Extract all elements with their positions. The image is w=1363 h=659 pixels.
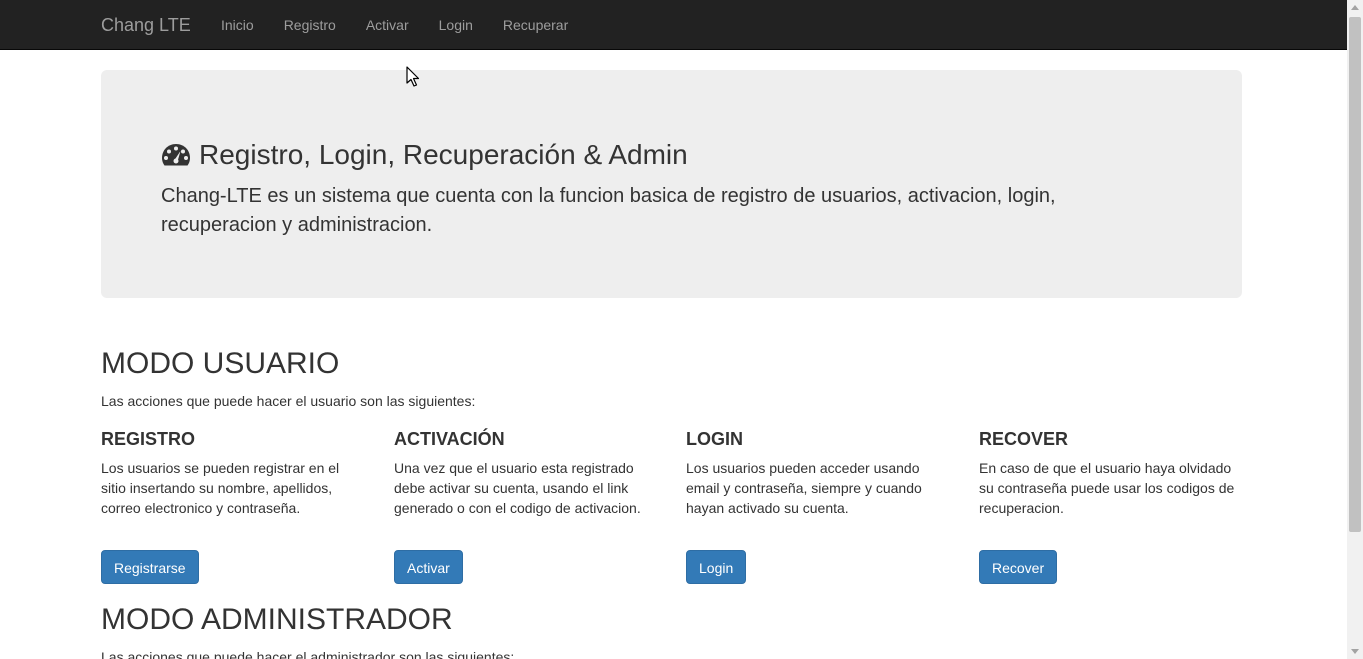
login-column: LOGIN Los usuarios pueden acceder usando… [686, 428, 948, 584]
scroll-up-icon[interactable] [1351, 5, 1359, 10]
activacion-column: ACTIVACIÓN Una vez que el usuario esta r… [394, 428, 656, 584]
jumbotron: Registro, Login, Recuperación & Admin Ch… [101, 70, 1242, 298]
nav-link-inicio[interactable]: Inicio [206, 0, 269, 50]
user-mode-title: MODO USUARIO [101, 347, 340, 380]
admin-mode-title: MODO ADMINISTRADOR [101, 603, 453, 636]
top-navbar: Chang LTE Inicio Registro Activar Login … [0, 0, 1347, 50]
nav-link-recuperar[interactable]: Recuperar [488, 0, 583, 50]
vertical-scrollbar[interactable] [1347, 0, 1363, 659]
activacion-title: ACTIVACIÓN [394, 429, 505, 449]
user-mode-subtitle: Las acciones que puede hacer el usuario … [101, 393, 476, 409]
mouse-pointer-icon [406, 66, 420, 87]
login-button[interactable]: Login [686, 550, 747, 584]
nav-link-registro[interactable]: Registro [269, 0, 351, 50]
navbar-links: Inicio Registro Activar Login Recuperar [206, 0, 583, 50]
recover-description: En caso de que el usuario haya olvidado … [979, 460, 1235, 516]
registro-description: Los usuarios se pueden registrar en el s… [101, 460, 340, 516]
activar-button[interactable]: Activar [394, 550, 463, 584]
nav-link-login[interactable]: Login [424, 0, 488, 50]
jumbotron-description: Chang-LTE es un sistema que cuenta con l… [161, 185, 1056, 236]
admin-mode-subtitle: Las acciones que puede hacer el administ… [101, 649, 515, 659]
dashboard-icon [162, 144, 190, 166]
nav-link-activar[interactable]: Activar [351, 0, 424, 50]
recover-button[interactable]: Recover [979, 550, 1058, 584]
jumbotron-title: Registro, Login, Recuperación & Admin [161, 138, 688, 172]
login-description: Los usuarios pueden acceder usando email… [686, 460, 922, 516]
recover-title: RECOVER [979, 429, 1069, 449]
registro-title: REGISTRO [101, 429, 196, 449]
jumbotron-title-text: Registro, Login, Recuperación & Admin [199, 139, 688, 170]
login-title: LOGIN [686, 429, 743, 449]
registro-column: REGISTRO Los usuarios se pueden registra… [101, 428, 363, 584]
page: Chang LTE Inicio Registro Activar Login … [0, 0, 1363, 659]
scroll-down-icon[interactable] [1351, 649, 1359, 654]
recover-column: RECOVER En caso de que el usuario haya o… [979, 428, 1241, 584]
registrarse-button[interactable]: Registrarse [101, 550, 199, 584]
scroll-thumb[interactable] [1349, 17, 1361, 532]
navbar-brand[interactable]: Chang LTE [101, 15, 191, 35]
activacion-description: Una vez que el usuario esta registrado d… [394, 460, 641, 516]
